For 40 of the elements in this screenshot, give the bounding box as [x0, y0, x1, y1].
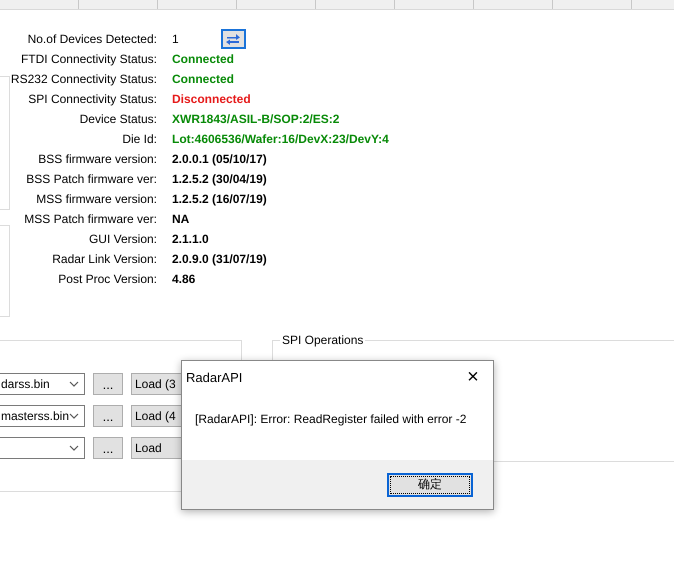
chevron-down-icon [69, 381, 79, 387]
field-value: NA [172, 212, 190, 226]
field-value: Lot:4606536/Wafer:16/DevX:23/DevY:4 [172, 132, 389, 146]
browse-button[interactable]: ... [93, 373, 123, 395]
field-label: BSS firmware version: [37, 152, 157, 166]
group-title: SPI Operations [280, 333, 366, 347]
file-dropdown[interactable]: darss.bin [0, 373, 85, 395]
field-value: Connected [172, 52, 234, 66]
file-dropdown[interactable] [0, 437, 85, 459]
field-label: BSS Patch firmware ver: [25, 172, 157, 186]
field-label: Radar Link Version: [51, 252, 157, 266]
field-label: Post Proc Version: [57, 272, 157, 286]
field-value: 1.2.5.2 (16/07/19) [172, 192, 267, 206]
field-value: 1.2.5.2 (30/04/19) [172, 172, 267, 186]
field-value: Disconnected [172, 92, 251, 106]
field-label: MSS Patch firmware ver: [23, 212, 157, 226]
field-label: MSS firmware version: [35, 192, 157, 206]
field-label: FTDI Connectivity Status: [20, 52, 157, 66]
field-label: SPI Connectivity Status: [27, 92, 157, 106]
ok-button[interactable]: 确定 [387, 472, 473, 496]
file-dropdown[interactable]: masterss.bin [0, 405, 85, 427]
browse-button[interactable]: ... [93, 437, 123, 459]
field-label: GUI Version: [88, 232, 157, 246]
field-value: Connected [172, 72, 234, 86]
field-value: 2.0.9.0 (31/07/19) [172, 252, 267, 266]
field-label: Device Status: [78, 112, 157, 126]
field-label: No.of Devices Detected: [26, 32, 157, 46]
field-value: XWR1843/ASIL-B/SOP:2/ES:2 [172, 112, 340, 126]
device-count: 1 [172, 32, 179, 46]
refresh-icon [225, 32, 242, 46]
field-label: Die Id: [121, 132, 157, 146]
field-value: 2.0.0.1 (05/10/17) [172, 152, 267, 166]
chevron-down-icon [69, 445, 79, 451]
refresh-button[interactable] [220, 29, 246, 49]
close-button[interactable]: × [453, 367, 493, 387]
chevron-down-icon [69, 413, 79, 419]
field-value: 4.86 [172, 272, 196, 286]
field-label: RS232 Connectivity Status: [10, 72, 157, 86]
browse-button[interactable]: ... [93, 405, 123, 427]
field-value: 2.1.1.0 [172, 232, 209, 246]
